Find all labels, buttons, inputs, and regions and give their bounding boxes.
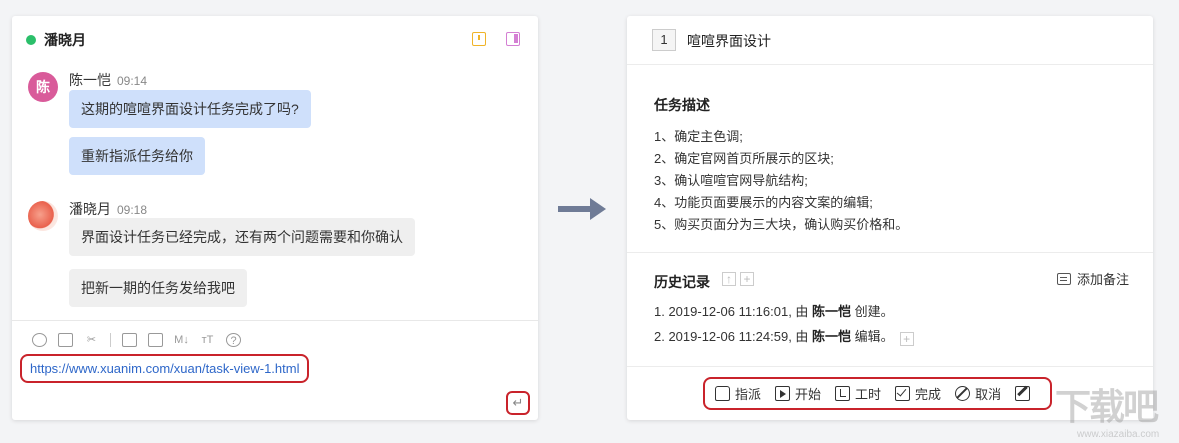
font-size-icon[interactable]: тT (200, 333, 215, 347)
folder-icon[interactable] (122, 333, 137, 347)
sidebar-toggle-icon[interactable] (506, 32, 520, 46)
chat-header: 潘晓月 (12, 16, 538, 64)
watermark-logo: 下载吧 (1055, 387, 1159, 428)
comment-icon (1056, 272, 1071, 285)
edit-icon (1015, 386, 1031, 401)
task-header: 1 喧喧界面设计 (627, 16, 1153, 65)
cancel-button[interactable]: 取消 (955, 384, 1001, 403)
description-line: 2、确定官网首页所展示的区块; (654, 151, 834, 166)
section-divider (627, 252, 1153, 253)
history-action: 编辑。 (851, 329, 894, 344)
collapse-icon[interactable]: ↑ (722, 272, 736, 286)
toolbar-separator (110, 333, 111, 347)
history-item: 1. 2019-12-06 11:16:01, 由 陈一恺 创建。 (654, 301, 894, 320)
task-action-bar: 指派 开始 工时 完成 取消 (703, 377, 1052, 410)
expand-history-icon[interactable]: + (899, 332, 914, 346)
task-title: 喧喧界面设计 (687, 33, 771, 49)
watermark: 下载吧 www.xiazaiba.com (1055, 374, 1179, 443)
message-sender: 陈一恺 09:14 (69, 70, 147, 90)
send-button[interactable]: ↵ (506, 391, 530, 415)
action-label: 完成 (915, 387, 942, 402)
section-divider (627, 366, 1153, 367)
code-icon[interactable] (148, 333, 163, 347)
history-title: 历史记录 (654, 274, 710, 290)
cancel-icon (955, 386, 971, 401)
chat-title: 潘晓月 (44, 32, 86, 48)
history-actor: 陈一恺 (812, 329, 852, 344)
add-note-label: 添加备注 (1076, 272, 1129, 287)
history-action: 创建。 (851, 304, 894, 319)
message-input[interactable]: https://www.xuanim.com/xuan/task-view-1.… (20, 354, 310, 383)
avatar[interactable]: 陈 (28, 72, 58, 102)
description-line: 4、功能页面要展示的内容文案的编辑; (654, 195, 873, 210)
add-note-button[interactable]: 添加备注 (1056, 269, 1129, 288)
play-icon (775, 386, 791, 401)
worklog-button[interactable]: 工时 (835, 384, 881, 403)
description-line: 1、确定主色调; (654, 129, 743, 144)
start-button[interactable]: 开始 (775, 384, 821, 403)
sender-name: 潘晓月 (69, 201, 111, 217)
avatar[interactable] (28, 201, 58, 231)
clock-icon (835, 386, 851, 401)
history-item: 2. 2019-12-06 11:24:59, 由 陈一恺 编辑。 + (654, 326, 914, 346)
description-title: 任务描述 (654, 97, 710, 113)
message-sender: 潘晓月 09:18 (69, 199, 147, 219)
message-bubble[interactable]: 这期的喧喧界面设计任务完成了吗? (69, 90, 311, 128)
emoji-icon[interactable] (32, 333, 47, 347)
history-prefix: 2. 2019-12-06 11:24:59, 由 (654, 329, 813, 344)
online-status-dot (26, 35, 36, 45)
image-icon[interactable] (58, 333, 73, 347)
task-id-badge: 1 (652, 29, 676, 51)
help-icon[interactable]: ? (226, 333, 241, 347)
history-prefix: 1. 2019-12-06 11:16:01, 由 (654, 304, 813, 319)
task-view: 1 喧喧界面设计 任务描述 1、确定主色调; 2、确定官网首页所展示的区块; 3… (627, 16, 1153, 420)
checkbox-icon (895, 386, 911, 401)
thumbs-up-icon (715, 386, 730, 401)
action-label: 开始 (795, 387, 822, 402)
finish-button[interactable]: 完成 (895, 384, 941, 403)
description-line: 5、购买页面分为三大块，确认购买价格和。 (654, 217, 909, 232)
edit-button[interactable] (1015, 386, 1035, 401)
message-bubble[interactable]: 界面设计任务已经完成，还有两个问题需要和你确认 (69, 218, 415, 256)
expand-icon[interactable]: + (740, 272, 754, 286)
action-label: 工时 (855, 387, 882, 402)
history-actor: 陈一恺 (812, 304, 852, 319)
input-divider (12, 320, 538, 321)
message-time: 09:14 (117, 74, 148, 88)
scissors-icon[interactable]: ✂ (84, 333, 99, 347)
message-bubble[interactable]: 重新指派任务给你 (69, 137, 205, 175)
watermark-url: www.xiazaiba.com (1077, 429, 1160, 440)
input-toolbar: ✂ M↓ тT ? (32, 332, 252, 348)
description-line: 3、确认喧喧官网导航结构; (654, 173, 808, 188)
chat-window: 潘晓月 陈 陈一恺 09:14 这期的喧喧界面设计任务完成了吗? 重新指派任务给你… (12, 16, 538, 420)
action-label: 指派 (735, 387, 762, 402)
message-bubble[interactable]: 把新一期的任务发给我吧 (69, 269, 247, 307)
sender-name: 陈一恺 (69, 72, 111, 88)
message-time: 09:18 (117, 203, 148, 217)
action-label: 取消 (975, 387, 1002, 402)
tasks-icon[interactable] (472, 32, 486, 46)
assign-button[interactable]: 指派 (715, 384, 761, 403)
markdown-icon[interactable]: M↓ (174, 333, 189, 347)
arrow-right-icon (558, 198, 606, 220)
